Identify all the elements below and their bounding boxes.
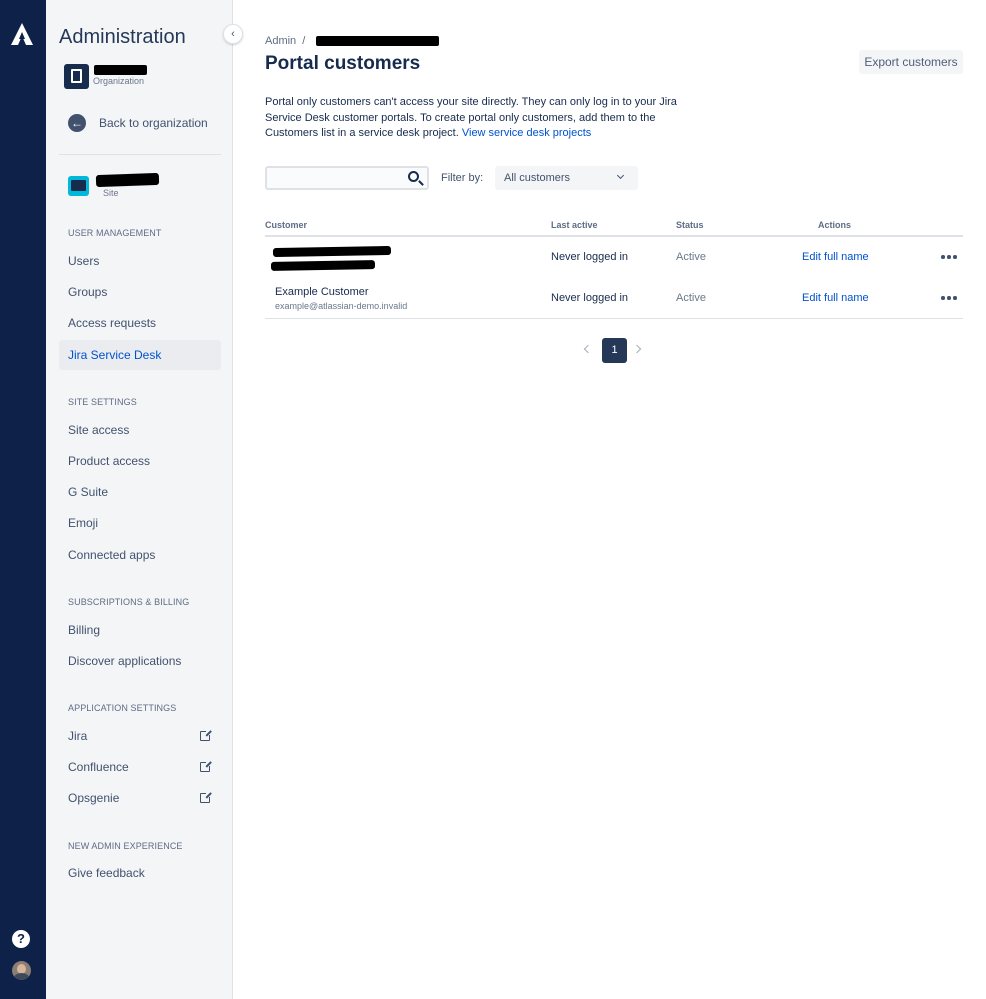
export-customers-button[interactable]: Export customers: [859, 50, 963, 74]
sidebar-item-emoji[interactable]: Emoji: [59, 508, 221, 538]
avatar-shirt: [14, 973, 29, 980]
sidebar-item-opsgenie[interactable]: Opsgenie: [59, 783, 221, 813]
sidebar-item-confluence[interactable]: Confluence: [59, 752, 221, 782]
sidebar-item-label: Confluence: [68, 760, 129, 774]
more-actions-icon[interactable]: [941, 255, 957, 259]
breadcrumb: Admin /: [265, 35, 305, 47]
site-subtitle: Site: [103, 188, 119, 198]
pagination-next-icon[interactable]: [632, 344, 642, 354]
section-subscriptions-billing: SUBSCRIPTIONS & BILLING: [68, 597, 190, 607]
sidebar-item-product-access[interactable]: Product access: [59, 446, 221, 476]
external-link-icon: [200, 760, 212, 772]
breadcrumb-admin-link[interactable]: Admin: [265, 35, 296, 47]
column-header-actions: Actions: [818, 220, 852, 230]
sidebar-item-g-suite[interactable]: G Suite: [59, 477, 221, 507]
column-header-last-active: Last active: [551, 220, 598, 230]
back-label: Back to organization: [99, 116, 208, 130]
sidebar-item-give-feedback[interactable]: Give feedback: [59, 858, 221, 888]
search-icon[interactable]: [408, 171, 419, 182]
redacted-customer-name: [272, 245, 392, 258]
chevron-left-icon: ‹: [231, 28, 235, 40]
org-subtitle: Organization: [93, 76, 145, 86]
table-header-divider: [265, 235, 963, 237]
pagination-prev-icon[interactable]: [583, 344, 593, 354]
redacted-site-name: [95, 172, 160, 188]
redacted-breadcrumb: [316, 36, 439, 46]
site-switcher[interactable]: Site: [68, 172, 218, 200]
avatar[interactable]: [12, 961, 31, 980]
sidebar-item-jira[interactable]: Jira: [59, 721, 221, 751]
search-input[interactable]: [271, 170, 401, 186]
pagination-page-current[interactable]: 1: [602, 338, 627, 363]
site-icon: [68, 176, 89, 196]
redacted-customer-email: [270, 260, 376, 271]
row-1-status: Active: [676, 251, 706, 263]
view-service-desk-projects-link[interactable]: View service desk projects: [462, 127, 591, 139]
sidebar-item-connected-apps[interactable]: Connected apps: [59, 540, 221, 570]
external-link-icon: [200, 729, 212, 741]
row-2-edit-full-name-link[interactable]: Edit full name: [802, 292, 869, 304]
back-to-organization-link[interactable]: ← Back to organization: [68, 113, 228, 135]
sidebar-item-billing[interactable]: Billing: [59, 615, 221, 645]
sidebar-item-discover-applications[interactable]: Discover applications: [59, 646, 221, 676]
section-site-settings: SITE SETTINGS: [68, 397, 137, 407]
sidebar-divider: [59, 154, 221, 155]
row-2-customer-email: example@atlassian-demo.invalid: [275, 301, 408, 311]
column-header-status: Status: [676, 220, 704, 230]
section-new-admin-experience: NEW ADMIN EXPERIENCE: [68, 841, 183, 851]
column-header-customer: Customer: [265, 220, 308, 230]
row-2-last-active: Never logged in: [551, 292, 629, 304]
page-description: Portal only customers can't access your …: [265, 95, 685, 142]
external-link-icon: [200, 791, 212, 803]
collapse-sidebar-button[interactable]: ‹: [223, 24, 243, 44]
global-nav-rail: ?: [0, 0, 46, 999]
redacted-org-name: [94, 65, 147, 75]
search-field[interactable]: [265, 166, 429, 190]
row-2-customer-name: Example Customer: [275, 286, 369, 298]
chevron-down-icon: [616, 171, 625, 180]
sidebar-title: Administration: [59, 26, 186, 48]
filter-label: Filter by:: [441, 172, 484, 184]
sidebar-item-site-access[interactable]: Site access: [59, 415, 221, 445]
more-actions-icon[interactable]: [941, 296, 957, 300]
sidebar-item-jira-service-desk[interactable]: Jira Service Desk: [59, 340, 221, 370]
filter-value: All customers: [504, 172, 571, 184]
arrow-left-icon: ←: [68, 114, 86, 132]
section-application-settings: APPLICATION SETTINGS: [68, 703, 177, 713]
row-1-last-active: Never logged in: [551, 251, 629, 263]
section-user-management: USER MANAGEMENT: [68, 228, 162, 238]
building-icon: [64, 64, 89, 89]
sidebar-item-groups[interactable]: Groups: [59, 277, 221, 307]
sidebar-item-users[interactable]: Users: [59, 246, 221, 276]
organization-switcher[interactable]: Organization: [64, 64, 224, 92]
table-bottom-divider: [265, 318, 963, 319]
row-1-edit-full-name-link[interactable]: Edit full name: [802, 251, 869, 263]
sidebar-item-label: Opsgenie: [68, 791, 120, 805]
atlassian-logo-icon[interactable]: [10, 22, 34, 46]
page-title: Portal customers: [265, 53, 421, 74]
breadcrumb-separator: /: [302, 35, 306, 47]
filter-select[interactable]: All customers: [495, 166, 638, 190]
sidebar-item-access-requests[interactable]: Access requests: [59, 308, 221, 338]
help-icon[interactable]: ?: [12, 930, 30, 948]
row-2-status: Active: [676, 292, 706, 304]
sidebar-item-label: Jira: [68, 729, 88, 743]
